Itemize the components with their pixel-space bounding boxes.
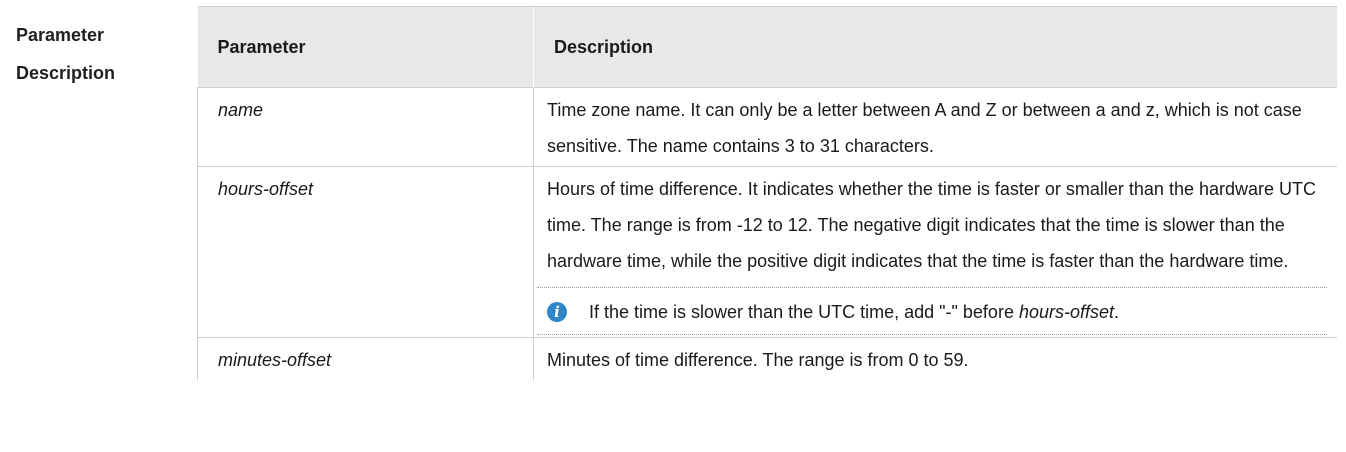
param-description-cell: Hours of time difference. It indicates w…: [533, 166, 1337, 338]
note-text-before: If the time is slower than the UTC time,…: [589, 302, 1019, 322]
param-name: name: [197, 87, 534, 167]
param-description: Hours of time difference. It indicates w…: [547, 179, 1316, 271]
table-row: name Time zone name. It can only be a le…: [197, 87, 1337, 167]
param-name: minutes-offset: [197, 337, 534, 380]
parameter-table: Parameter Description name Time zone nam…: [197, 6, 1337, 380]
header-description: Description: [533, 6, 1337, 88]
info-icon: i: [547, 302, 567, 322]
header-parameter: Parameter: [197, 6, 534, 88]
table-row: hours-offset Hours of time difference. I…: [197, 166, 1337, 338]
note-text-param: hours-offset: [1018, 302, 1114, 322]
section-label: Parameter Description: [16, 16, 115, 92]
section-label-line2: Description: [16, 63, 116, 83]
note-box: i If the time is slower than the UTC tim…: [537, 287, 1327, 335]
section-label-line1: Parameter: [16, 25, 105, 45]
param-name: hours-offset: [197, 166, 534, 338]
note-text: If the time is slower than the UTC time,…: [589, 294, 1119, 330]
param-description: Time zone name. It can only be a letter …: [533, 87, 1337, 167]
param-description: Minutes of time difference. The range is…: [533, 337, 1337, 380]
table-row: minutes-offset Minutes of time differenc…: [197, 337, 1337, 380]
note-text-after: .: [1114, 302, 1120, 322]
table-header-row: Parameter Description: [197, 6, 1337, 88]
